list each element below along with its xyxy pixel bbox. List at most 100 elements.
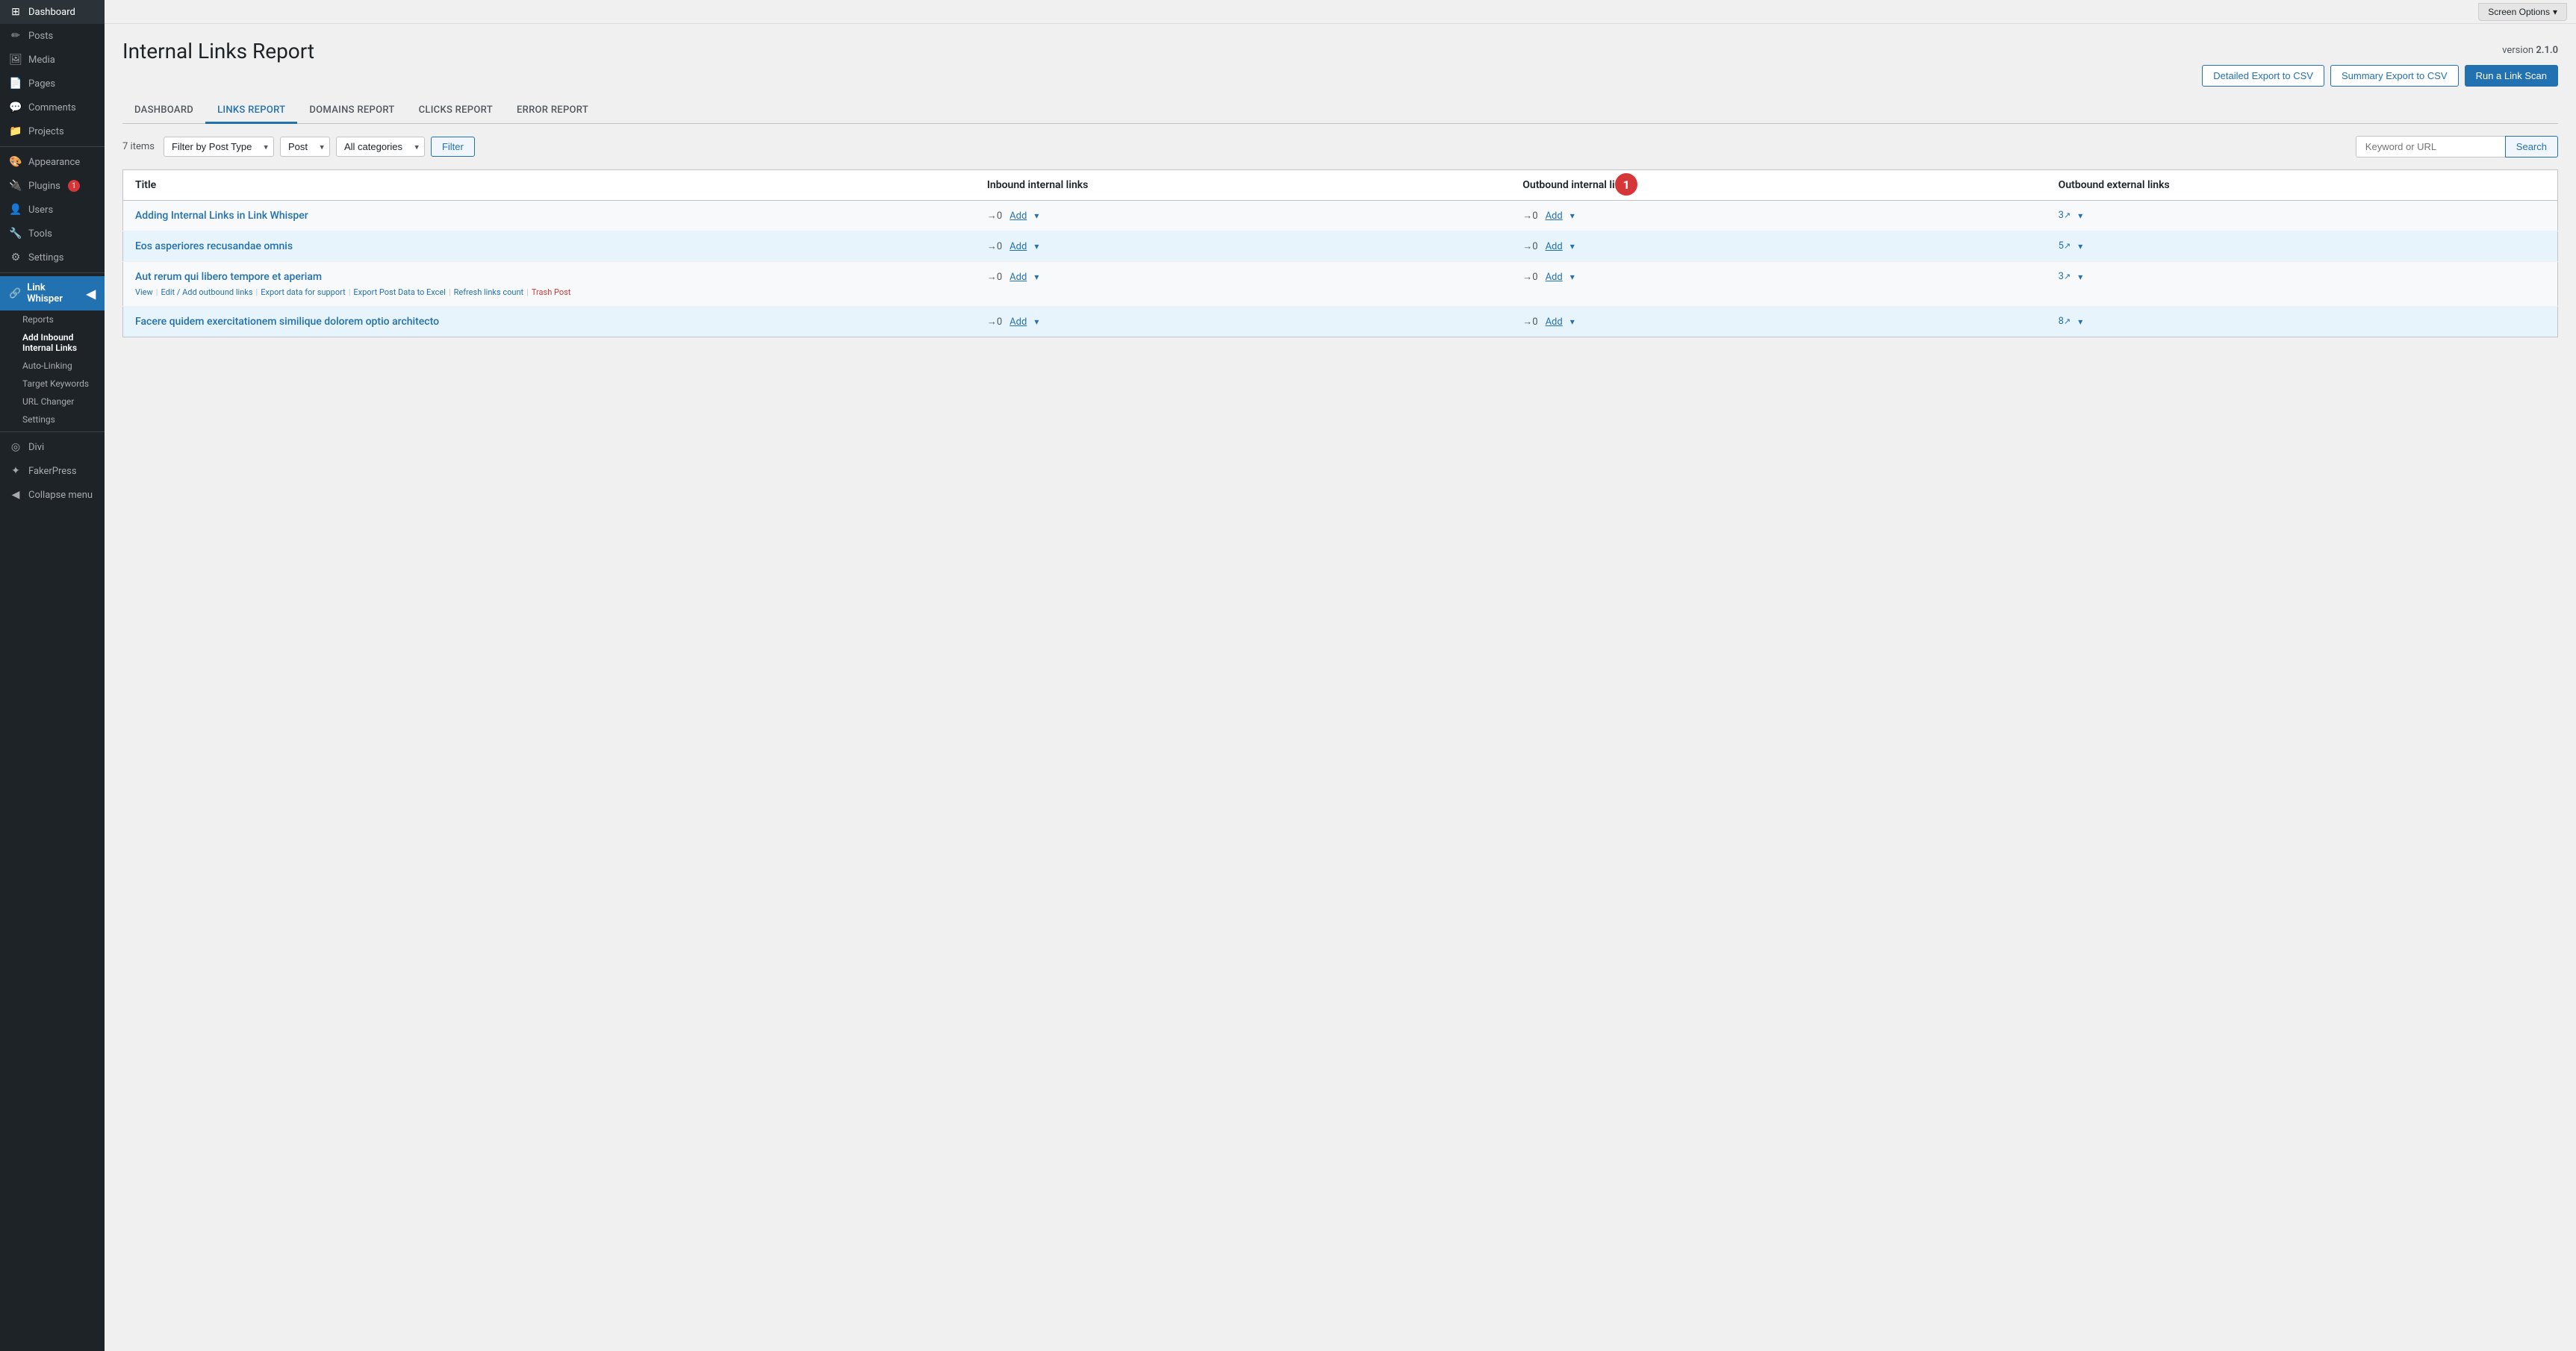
post-type-wrapper: Post [280,137,330,157]
tab-domains-report[interactable]: Domains Report [297,99,406,124]
row3-title-link[interactable]: Aut rerum qui libero tempore et aperiam [135,271,322,283]
row2-inbound-dropdown-icon[interactable]: ▾ [1034,241,1039,252]
sidebar-item-label: Comments [28,102,76,113]
row3-inbound-add[interactable]: Add [1009,272,1027,283]
sidebar-item-posts[interactable]: ✏ Posts [0,24,105,48]
row3-outbound-dropdown-icon[interactable]: ▾ [1570,272,1575,282]
sidebar-submenu-add-inbound[interactable]: Add Inbound Internal Links [0,328,105,357]
sidebar-item-label: Posts [28,31,53,42]
sidebar-item-dashboard[interactable]: ⊞ Dashboard [0,0,105,24]
sidebar-item-projects[interactable]: 📁 Projects [0,119,105,143]
row1-inbound-count: →0 [987,210,1002,222]
row3-action-export-support[interactable]: Export data for support [261,287,346,297]
toolbar-row: 7 items Filter by Post Type Post All cat… [122,136,2558,157]
row3-inbound-dropdown-icon[interactable]: ▾ [1034,272,1039,282]
sidebar-submenu: Reports Add Inbound Internal Links Auto-… [0,311,105,428]
sidebar-item-label: Pages [28,78,55,90]
sidebar-item-link-whisper[interactable]: 🔗 Link Whisper ◀ [0,276,105,311]
row2-title-link[interactable]: Eos asperiores recusandae omnis [135,240,293,252]
comments-icon: 💬 [9,102,22,113]
sidebar-item-plugins[interactable]: 🔌 Plugins 1 [0,174,105,198]
sidebar-item-pages[interactable]: 📄 Pages [0,72,105,96]
sidebar-item-tools[interactable]: 🔧 Tools [0,222,105,246]
sidebar-item-settings[interactable]: ⚙ Settings [0,246,105,269]
table-row: Aut rerum qui libero tempore et aperiam … [123,262,2558,307]
row4-inbound-add[interactable]: Add [1009,316,1027,328]
row2-external-count[interactable]: 5↗ [2059,240,2071,252]
search-button[interactable]: Search [2505,136,2558,157]
categories-select[interactable]: All categories [336,137,425,157]
tab-error-report[interactable]: Error Report [505,99,600,124]
row3-action-view[interactable]: View [135,287,153,297]
screen-options-button[interactable]: Screen Options ▾ [2478,3,2567,21]
row2-outbound-dropdown-icon[interactable]: ▾ [1570,241,1575,252]
row4-outbound-add[interactable]: Add [1546,316,1563,328]
toolbar-left: 7 items Filter by Post Type Post All cat… [122,137,475,157]
row1-external-count[interactable]: 3↗ [2059,210,2071,221]
sidebar-item-label: Users [28,205,53,216]
sidebar-item-fakerpress[interactable]: ✦ FakerPress [0,459,105,483]
row1-inbound-add[interactable]: Add [1009,210,1027,222]
sidebar-submenu-auto-linking[interactable]: Auto-Linking [0,357,105,375]
row4-inbound-dropdown-icon[interactable]: ▾ [1034,316,1039,327]
sidebar-item-users[interactable]: 👤 Users [0,198,105,222]
search-input[interactable] [2356,136,2505,157]
filter-button[interactable]: Filter [431,137,475,157]
row4-external-dropdown-icon[interactable]: ▾ [2078,316,2082,327]
tab-dashboard[interactable]: Dashboard [122,99,205,124]
row3-action-trash[interactable]: Trash Post [532,287,571,297]
users-icon: 👤 [9,204,22,216]
row3-external-count[interactable]: 3↗ [2059,271,2071,282]
page-title: Internal Links Report [122,39,314,63]
summary-export-button[interactable]: Summary Export to CSV [2330,65,2459,87]
row4-title-link[interactable]: Facere quidem exercitationem similique d… [135,316,439,328]
row4-outbound-count: →0 [1522,316,1537,328]
row3-outbound-count: →0 [1522,271,1537,283]
row3-outbound-add[interactable]: Add [1546,272,1563,283]
filter-post-type-select[interactable]: Filter by Post Type [164,137,274,157]
table-body: Adding Internal Links in Link Whisper →0… [123,201,2558,337]
row1-external-dropdown-icon[interactable]: ▾ [2078,210,2082,221]
post-type-select[interactable]: Post [280,137,330,157]
row3-title-cell: Aut rerum qui libero tempore et aperiam … [123,262,975,307]
sidebar-submenu-lw-settings[interactable]: Settings [0,411,105,428]
row2-outbound-cell: →0 Add ▾ [1511,231,2046,262]
sidebar-submenu-reports[interactable]: Reports [0,311,105,328]
row2-outbound-add[interactable]: Add [1546,241,1563,252]
row3-action-export-excel[interactable]: Export Post Data to Excel [353,287,446,297]
row1-inbound-dropdown-icon[interactable]: ▾ [1034,210,1039,221]
detailed-export-button[interactable]: Detailed Export to CSV [2202,65,2324,87]
row3-external-dropdown-icon[interactable]: ▾ [2078,272,2082,282]
sidebar-submenu-target-keywords[interactable]: Target Keywords [0,375,105,393]
version-number: 2.1.0 [2536,45,2558,56]
sidebar-submenu-url-changer[interactable]: URL Changer [0,393,105,411]
row1-outbound-add[interactable]: Add [1546,210,1563,222]
row4-outbound-dropdown-icon[interactable]: ▾ [1570,316,1575,327]
sidebar-item-appearance[interactable]: 🎨 Appearance [0,150,105,174]
sidebar-item-comments[interactable]: 💬 Comments [0,96,105,119]
page-header: Internal Links Report version 2.1.0 Deta… [122,39,2558,87]
row4-external-count[interactable]: 8↗ [2059,316,2071,327]
row3-inbound-cell: →0 Add ▾ [975,262,1511,307]
row1-title-link[interactable]: Adding Internal Links in Link Whisper [135,210,308,222]
tab-links-report[interactable]: Links Report [205,99,297,124]
row3-action-refresh[interactable]: Refresh links count [454,287,524,297]
row3-action-edit[interactable]: Edit / Add outbound links [161,287,252,297]
fakerpress-icon: ✦ [9,465,22,477]
tab-clicks-report[interactable]: Clicks Report [407,99,505,124]
sidebar-item-label: Collapse menu [28,490,93,501]
settings-icon: ⚙ [9,252,22,263]
row2-external-dropdown-icon[interactable]: ▾ [2078,241,2082,252]
col-outbound: Outbound internal links 1 [1511,170,2046,201]
sidebar-item-label: Link Whisper [27,282,81,305]
row1-outbound-dropdown-icon[interactable]: ▾ [1570,210,1575,221]
sidebar-item-label: Appearance [28,157,80,168]
sidebar-item-media[interactable]: 🖼 Media [0,48,105,72]
row1-title-cell: Adding Internal Links in Link Whisper [123,201,975,231]
row2-inbound-add[interactable]: Add [1009,241,1027,252]
sidebar-item-collapse[interactable]: ◀ Collapse menu [0,483,105,507]
sidebar: ⊞ Dashboard ✏ Posts 🖼 Media 📄 Pages 💬 Co… [0,0,105,1351]
sidebar-item-divi[interactable]: ◎ Divi [0,435,105,459]
run-scan-button[interactable]: Run a Link Scan [2465,65,2558,87]
row1-inbound-cell: →0 Add ▾ [975,201,1511,231]
